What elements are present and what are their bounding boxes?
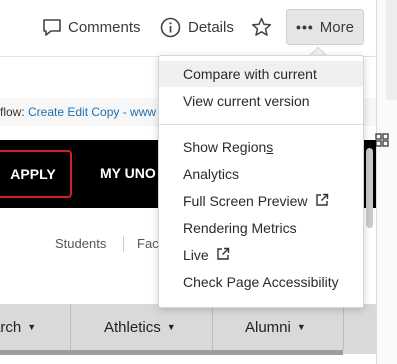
menu-item-full-screen-preview[interactable]: Full Screen Preview [159,188,363,214]
menu-item-label: Full Screen Preview [183,193,308,209]
tab-athletics[interactable]: Athletics ▼ [104,304,176,350]
audience-link-faculty[interactable]: Fac [137,236,159,251]
workflow-status: flow: Create Edit Copy - www [0,105,156,119]
details-button[interactable]: Details [160,10,234,44]
details-label: Details [188,18,234,36]
menu-item-label: Compare with current [183,66,317,82]
menu-item-check-page-accessibility[interactable]: Check Page Accessibility [159,269,363,295]
tab-research[interactable]: arch ▼ [0,304,36,350]
workflow-link[interactable]: Create Edit Copy - www [28,105,156,119]
tab-label: Alumni [245,318,291,336]
menu-item-label: Check Page Accessibility [183,274,339,290]
apply-button[interactable]: APPLY [0,150,72,198]
favorite-button[interactable] [251,10,272,44]
menu-item-label: Analytics [183,166,240,182]
audience-divider [123,236,124,252]
external-link-icon [308,193,329,210]
tab-divider [343,304,344,350]
menu-item-label: Rendering Metrics [183,220,297,236]
menu-item-rendering-metrics[interactable]: Rendering Metrics [159,215,363,241]
more-dots-icon: ••• [296,19,314,35]
site-tab-bar [0,304,376,354]
menu-divider [159,124,363,125]
menu-item-label: Live [183,247,209,263]
side-panel-scrollbar[interactable] [386,0,397,100]
menu-item-label-tail: s [266,139,274,155]
tab-bar-underline [0,350,343,355]
tab-label: Athletics [104,318,161,336]
tab-divider [212,304,213,350]
tab-alumni[interactable]: Alumni ▼ [245,304,306,350]
comments-label: Comments [68,18,141,36]
menu-item-label: Show Region [183,139,267,155]
chevron-down-icon: ▼ [296,322,306,332]
tab-divider [70,304,71,350]
chevron-down-icon: ▼ [166,322,176,332]
preview-scrollbar-thumb[interactable] [366,148,373,228]
more-button[interactable]: ••• More [286,9,364,45]
menu-item-show-regions[interactable]: Show Region s [159,134,363,160]
more-label: More [319,18,354,36]
workflow-prefix: flow: [0,105,29,119]
external-link-icon [209,247,230,264]
tab-label: arch [0,318,22,336]
menu-item-live[interactable]: Live [159,242,363,268]
comments-button[interactable]: Comments [42,10,141,44]
my-uno-link[interactable]: MY UNO [100,165,156,181]
comment-icon [42,18,62,37]
menu-item-analytics[interactable]: Analytics [159,161,363,187]
menu-item-compare-with-current[interactable]: Compare with current [159,61,363,87]
grid-settings-icon[interactable] [375,133,389,152]
info-icon [160,17,181,38]
menu-item-view-current-version[interactable]: View current version [159,88,363,114]
chevron-down-icon: ▼ [27,322,37,332]
menu-item-label: View current version [183,93,310,109]
audience-link-students[interactable]: Students [55,236,106,251]
star-icon [251,17,272,37]
